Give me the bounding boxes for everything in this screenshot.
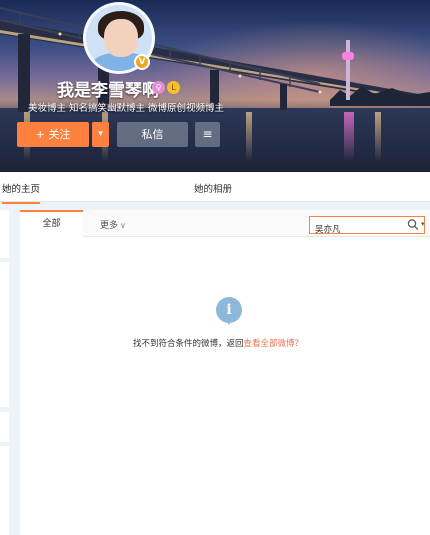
search-scope-dropdown[interactable]: ▾	[421, 220, 425, 228]
tab-home[interactable]: 她的主页	[2, 181, 41, 204]
follow-options-button[interactable]: ▾	[92, 122, 109, 147]
message-button[interactable]: 私信	[117, 122, 188, 147]
chevron-down-icon: ∨	[120, 221, 126, 230]
tab-album[interactable]: 她的相册	[194, 181, 232, 195]
sidebar-panel	[0, 210, 9, 258]
sidebar-panel	[0, 446, 9, 535]
female-icon: ♀	[152, 81, 165, 94]
filter-more-dropdown[interactable]: 更多 ∨	[100, 218, 126, 231]
sidebar-panel	[0, 262, 9, 407]
search-input[interactable]	[310, 221, 400, 237]
empty-state-text: 找不到符合条件的微博，返回	[133, 339, 244, 349]
cover-light-reflection	[344, 112, 354, 162]
sidebar-panel	[0, 412, 9, 442]
verified-icon: V	[134, 54, 150, 70]
empty-state-message: 找不到符合条件的微博，返回查看全部微博？	[133, 337, 303, 349]
profile-bio: 美妆博主 知名搞笑幽默博主 微博原创视频博主	[28, 103, 225, 114]
cover-tv-tower	[342, 40, 354, 100]
info-icon: i	[216, 297, 242, 325]
level-icon[interactable]: L	[167, 81, 180, 94]
avatar-face	[104, 19, 138, 57]
profile-name: 我是李雪琴啊	[57, 81, 159, 101]
profile-tabs: 她的主页 她的相册	[0, 172, 430, 204]
menu-icon[interactable]: ≡	[195, 122, 220, 147]
feed-card: 全部 更多∨ ▾ i 找不到符合条件的微博，返回查看全部微博？	[20, 210, 430, 535]
feed-filter-bar: 全部 更多∨ ▾	[20, 210, 430, 237]
view-all-posts-link[interactable]: 查看全部微博？	[244, 339, 304, 349]
follow-button[interactable]: + 关注	[17, 122, 89, 147]
cover-light-reflection	[375, 112, 381, 162]
cover-light-reflection	[246, 112, 252, 162]
search-icon[interactable]	[407, 218, 419, 232]
feed-search-box: ▾	[309, 216, 425, 237]
filter-more-label: 更多	[100, 221, 119, 231]
filter-all-tab[interactable]: 全部	[20, 210, 83, 237]
